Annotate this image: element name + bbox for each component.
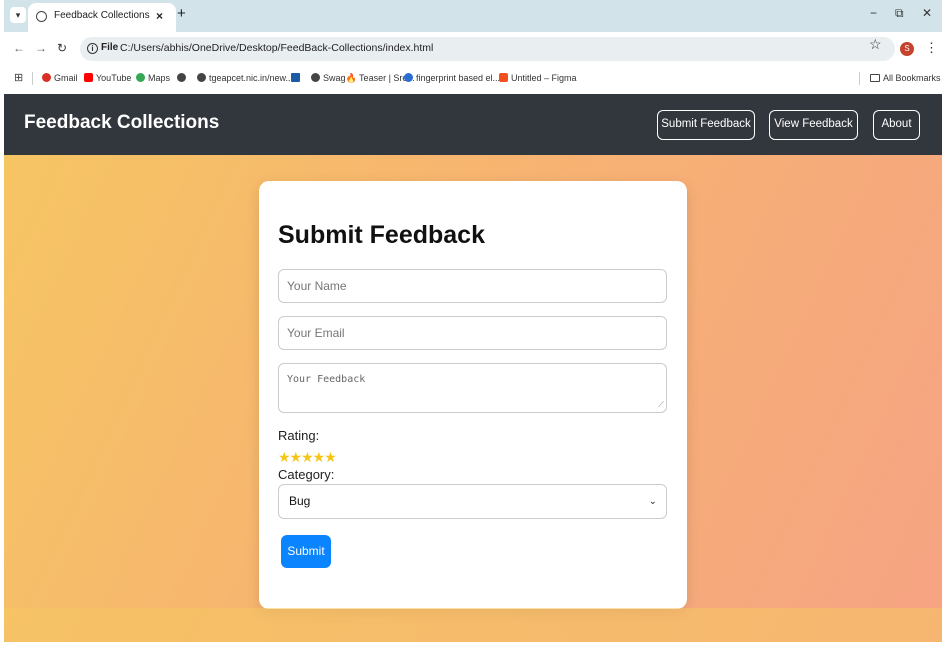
submit-button[interactable]: Submit (281, 535, 331, 568)
figma-icon (499, 73, 508, 82)
gmail-icon (42, 73, 51, 82)
close-window-button[interactable]: ✕ (922, 6, 932, 20)
bookmark-saved[interactable] (291, 73, 303, 83)
tab-search-button[interactable]: ▾ (10, 7, 26, 23)
forward-arrow-icon[interactable]: → (35, 41, 47, 55)
new-tab-button[interactable]: + (177, 5, 186, 22)
restore-button[interactable]: ⧉ (895, 6, 904, 21)
nav-submit-feedback-button[interactable]: Submit Feedback (657, 110, 755, 140)
bookmark-figma[interactable]: Untitled – Figma (499, 73, 577, 83)
browser-menu-icon[interactable]: ⋮ (925, 40, 938, 56)
category-selected-value: Bug (289, 494, 311, 508)
info-icon[interactable]: i (87, 43, 98, 54)
rating-stars[interactable]: ★★★★★ (278, 449, 337, 466)
bookmark-globe[interactable] (177, 73, 189, 83)
globe-icon (197, 73, 206, 82)
active-tab[interactable]: Feedback Collections × (28, 3, 176, 32)
edge-icon (404, 73, 413, 82)
bookmark-icon (291, 73, 300, 82)
feedback-placeholder: Your Feedback (287, 374, 366, 385)
bookmarks-divider (32, 72, 33, 85)
maps-icon (136, 73, 145, 82)
bookmark-tgeapcet[interactable]: tgeapcet.nic.in/new... (197, 73, 293, 83)
resize-handle-icon[interactable]: ⟋ (658, 400, 664, 410)
tab-title: Feedback Collections (54, 10, 150, 21)
nav-about-button[interactable]: About (873, 110, 920, 140)
browser-window: ▾ Feedback Collections × + − ⧉ ✕ ← → ↻ i… (4, 0, 942, 642)
page-body: Feedback Collections Submit Feedback Vie… (4, 94, 942, 642)
minimize-button[interactable]: − (870, 6, 877, 20)
bookmark-maps[interactable]: Maps (136, 73, 170, 83)
bookmark-star-icon[interactable]: ☆ (869, 36, 882, 53)
bookmarks-divider (859, 72, 860, 85)
form-heading: Submit Feedback (278, 221, 485, 249)
folder-icon (870, 74, 880, 82)
back-arrow-icon[interactable]: ← (13, 41, 25, 55)
category-select[interactable]: Bug ⌄ (278, 484, 667, 519)
bookmarks-bar: ⊞ Gmail YouTube Maps tgeapcet.nic.in/new… (4, 65, 942, 93)
address-row: ← → ↻ i File C:/Users/abhis/OneDrive/Des… (4, 32, 942, 65)
globe-icon (36, 11, 47, 22)
reload-icon[interactable]: ↻ (57, 41, 67, 55)
bookmark-youtube[interactable]: YouTube (84, 73, 131, 83)
url-text[interactable]: C:/Users/abhis/OneDrive/Desktop/FeedBack… (120, 42, 433, 54)
bookmark-swag-teaser[interactable]: Swag🔥 Teaser | Sre... (311, 73, 415, 84)
tab-strip: ▾ Feedback Collections × + − ⧉ ✕ (4, 0, 942, 32)
page-footer (4, 608, 942, 642)
close-tab-icon[interactable]: × (156, 9, 163, 23)
bookmark-fingerprint[interactable]: fingerprint based el... (404, 73, 500, 83)
feedback-textarea[interactable]: Your Feedback ⟋ (278, 363, 667, 413)
youtube-icon (84, 73, 93, 82)
globe-icon (311, 73, 320, 82)
site-header: Feedback Collections Submit Feedback Vie… (4, 94, 942, 155)
category-label: Category: (278, 467, 335, 482)
feedback-form-card: Submit Feedback Your Name Your Email You… (259, 181, 687, 609)
all-bookmarks[interactable]: All Bookmarks (870, 73, 941, 83)
url-scheme-label: File (101, 42, 119, 53)
chevron-down-icon: ⌄ (648, 496, 657, 507)
bookmark-gmail[interactable]: Gmail (42, 73, 78, 83)
address-bar[interactable]: i File C:/Users/abhis/OneDrive/Desktop/F… (80, 37, 895, 61)
email-input[interactable]: Your Email (278, 316, 667, 350)
profile-avatar[interactable]: S (900, 42, 914, 56)
apps-grid-icon[interactable]: ⊞ (14, 71, 23, 84)
nav-view-feedback-button[interactable]: View Feedback (769, 110, 858, 140)
rating-label: Rating: (278, 428, 320, 443)
site-title: Feedback Collections (24, 112, 220, 133)
globe-icon (177, 73, 186, 82)
name-input[interactable]: Your Name (278, 269, 667, 303)
